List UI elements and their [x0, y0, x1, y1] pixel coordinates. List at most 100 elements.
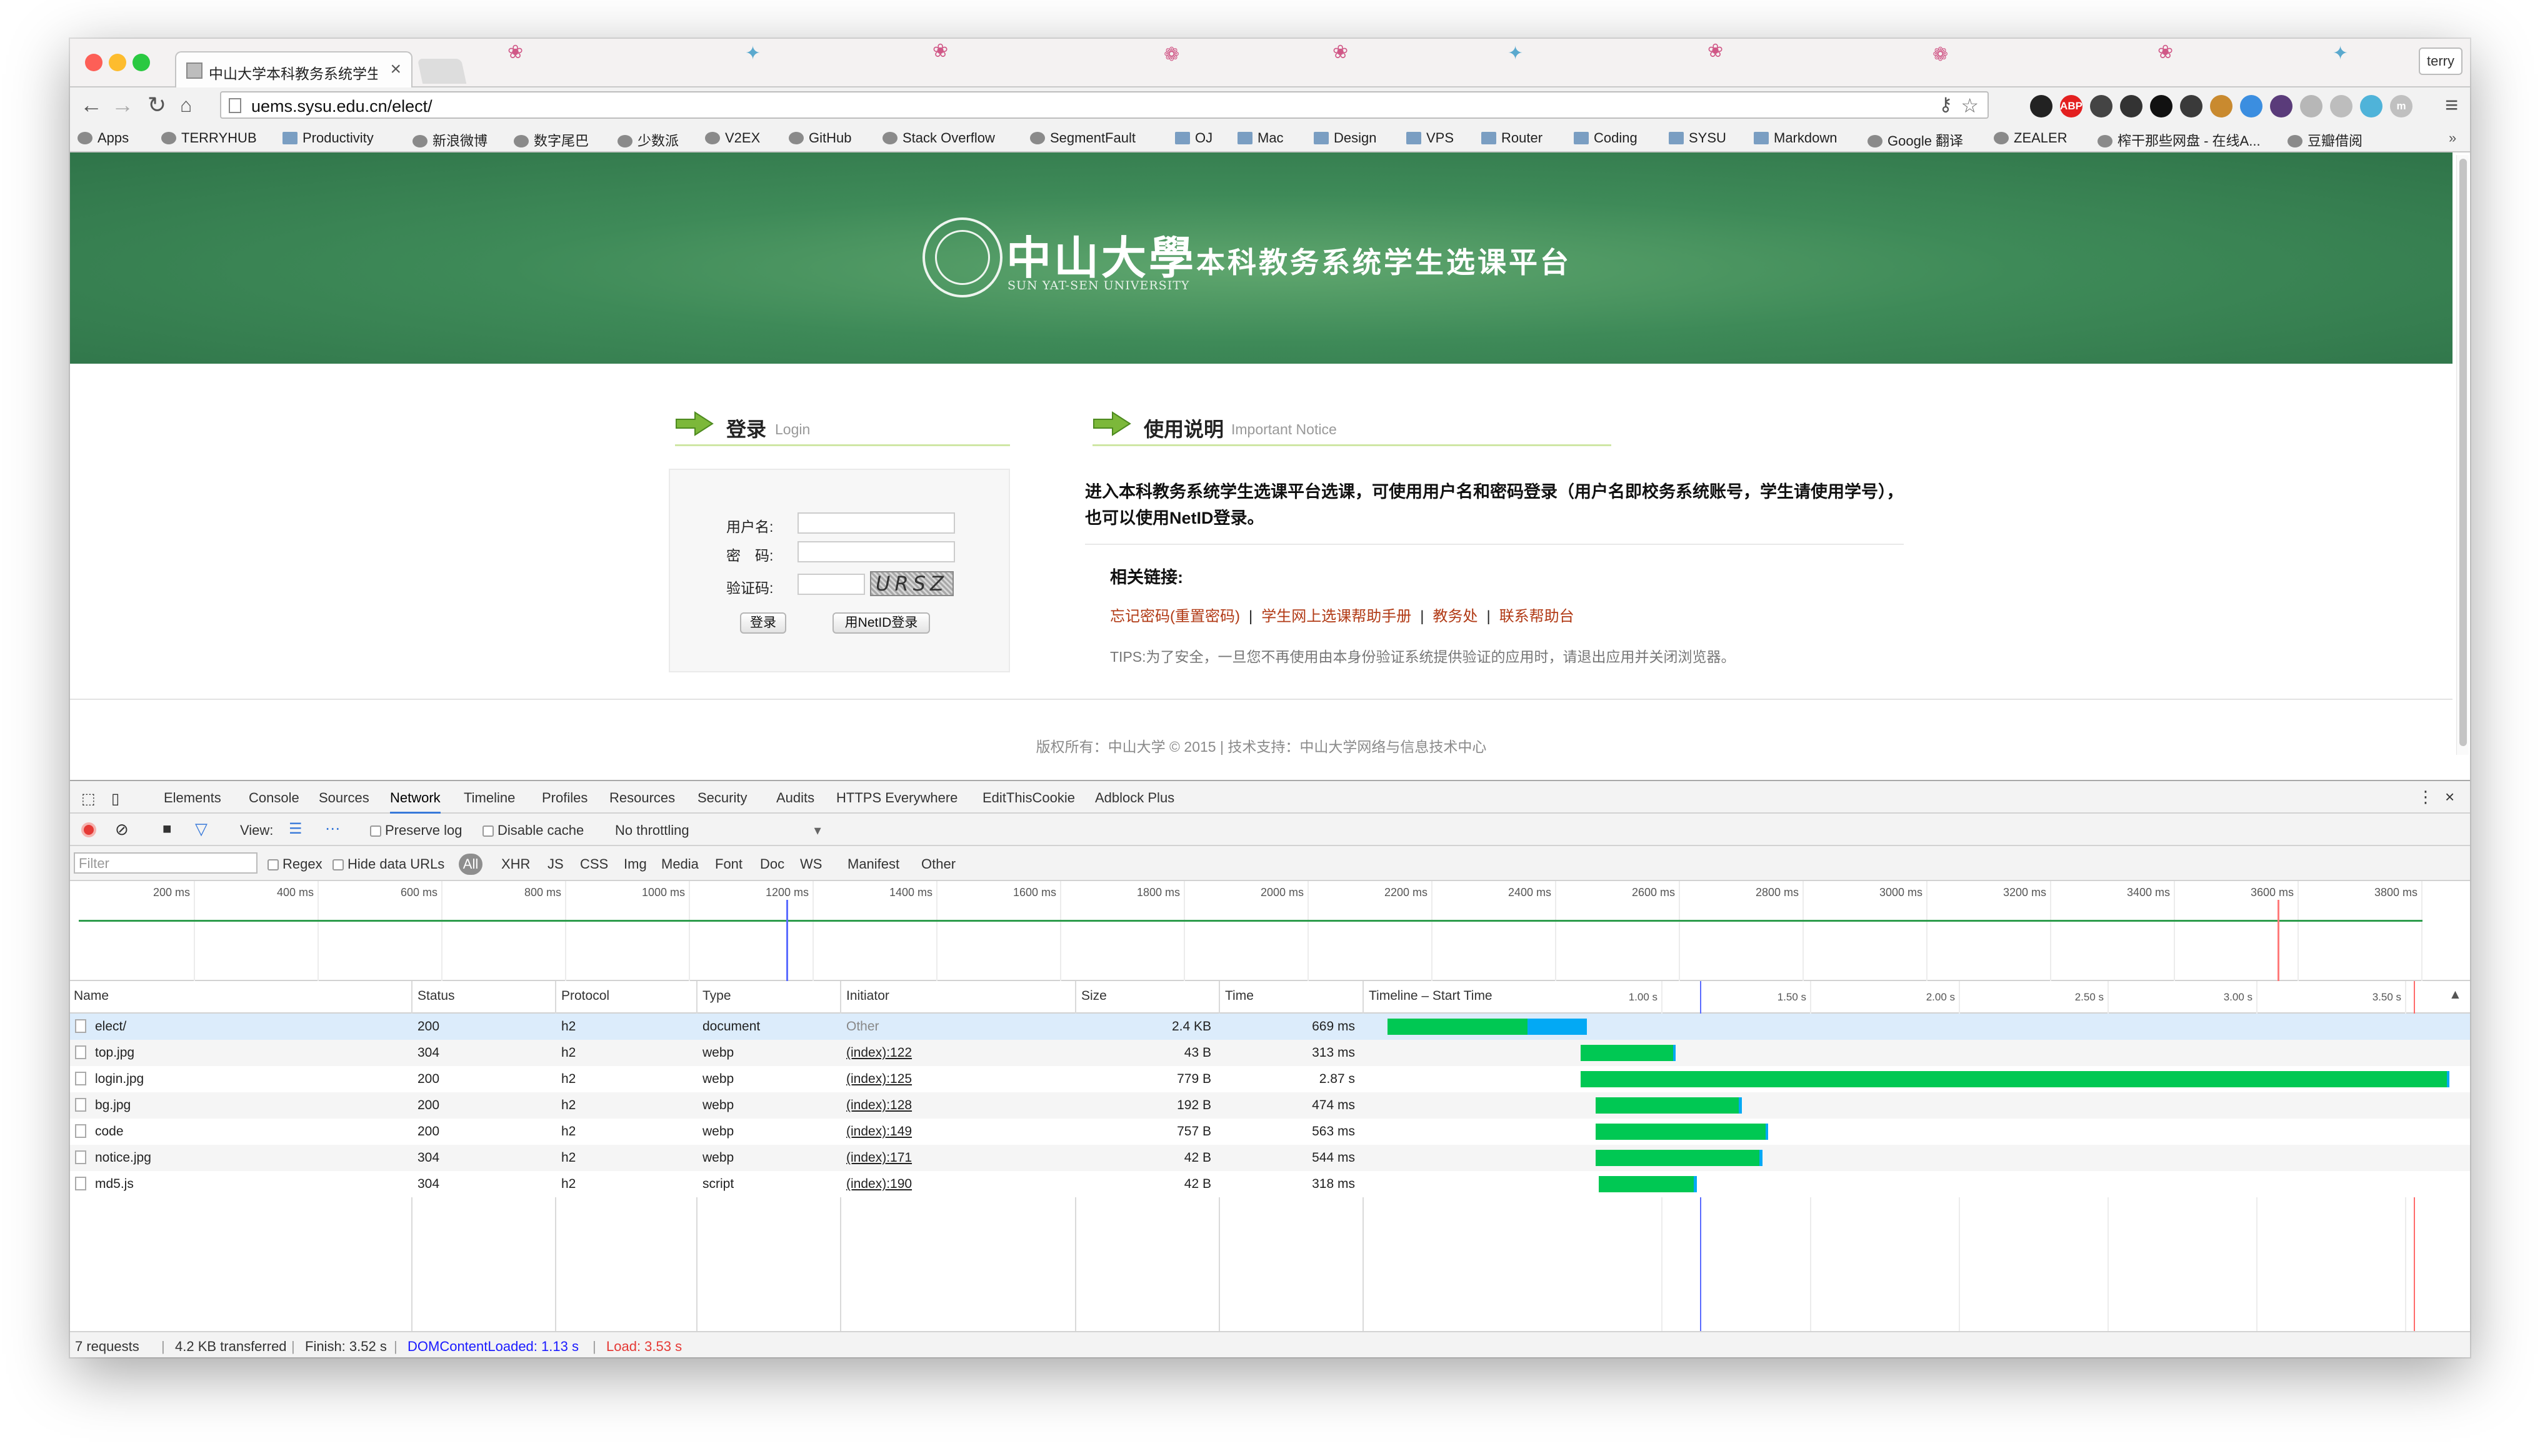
devtools-tab[interactable]: Console [249, 790, 299, 806]
adblock-plus-icon[interactable]: ABP [2060, 95, 2082, 117]
ext-m-icon[interactable]: m [2390, 95, 2412, 117]
profile-button[interactable]: terry [2419, 47, 2462, 75]
devtools-close-icon[interactable]: × [2445, 787, 2454, 807]
ext-ghost-icon[interactable] [2030, 95, 2052, 117]
netid-login-button[interactable]: 用NetID登录 [832, 612, 930, 634]
bookmark-item[interactable]: 新浪微博 [412, 130, 488, 150]
bookmark-item[interactable]: 榨干那些网盘 - 在线A... [2098, 130, 2261, 150]
tab-close-icon[interactable]: × [390, 59, 401, 80]
filter-type-doc[interactable]: Doc [760, 856, 784, 872]
large-rows-icon[interactable]: ☰ [289, 820, 302, 838]
filter-type-manifest[interactable]: Manifest [848, 856, 899, 872]
devtools-tab[interactable]: Sources [319, 790, 369, 806]
address-bar[interactable]: uems.sysu.edu.cn/elect/ ⚷ ☆ [220, 91, 1989, 119]
pocket-icon[interactable] [2090, 95, 2112, 117]
inspect-element-icon[interactable]: ⬚ [81, 790, 96, 808]
ext-avatar-icon[interactable] [2180, 95, 2202, 117]
filter-type-font[interactable]: Font [715, 856, 742, 872]
column-header[interactable]: Protocol [561, 989, 609, 1004]
request-name[interactable]: elect/ [75, 1019, 126, 1034]
minimize-window-button[interactable] [109, 54, 126, 71]
close-window-button[interactable] [85, 54, 102, 71]
filter-type-img[interactable]: Img [624, 856, 647, 872]
bookmark-item[interactable]: TERRYHUB [161, 130, 257, 146]
sort-arrow-icon[interactable]: ▲ [2449, 987, 2462, 1002]
clear-icon[interactable]: ⊘ [115, 820, 129, 839]
filter-type-other[interactable]: Other [921, 856, 956, 872]
menu-icon[interactable]: ≡ [2445, 92, 2458, 117]
bookmarks-overflow-icon[interactable]: » [2449, 130, 2456, 146]
forward-arrow-icon[interactable]: → [111, 92, 134, 117]
key-icon[interactable]: ⚷ [1939, 94, 1952, 116]
devtools-tab[interactable]: Timeline [464, 790, 515, 806]
login-button[interactable]: 登录 [740, 612, 786, 634]
bookmark-item[interactable]: Markdown [1754, 130, 1837, 146]
page-scrollbar[interactable] [2456, 155, 2469, 755]
bookmark-item[interactable]: 少数派 [618, 130, 679, 150]
zoom-window-button[interactable] [132, 54, 150, 71]
devtools-tab[interactable]: Elements [164, 790, 221, 806]
overview-icon[interactable]: ⋯ [325, 820, 340, 838]
devtools-more-icon[interactable]: ⋮ [2418, 787, 2434, 807]
incognito-icon[interactable] [2120, 95, 2142, 117]
table-row[interactable]: bg.jpg 200 h2 webp (index):128 192 B 474 ms [70, 1092, 2470, 1119]
request-initiator[interactable]: (index):149 [846, 1124, 912, 1139]
hide-data-urls-checkbox[interactable]: Hide data URLs [332, 856, 444, 872]
request-name[interactable]: notice.jpg [75, 1150, 151, 1165]
bookmark-item[interactable]: V2EX [705, 130, 760, 146]
bookmark-item[interactable]: Router [1481, 130, 1542, 146]
devtools-tab[interactable]: Profiles [542, 790, 588, 806]
request-name[interactable]: login.jpg [75, 1072, 144, 1087]
request-initiator[interactable]: (index):190 [846, 1177, 912, 1192]
bookmark-item[interactable]: ZEALER [1994, 130, 2068, 146]
reload-icon[interactable]: ↻ [148, 92, 166, 117]
bookmark-item[interactable]: Productivity [282, 130, 374, 146]
filter-type-js[interactable]: JS [548, 856, 564, 872]
table-row[interactable]: md5.js 304 h2 script (index):190 42 B 318 ms [70, 1171, 2470, 1197]
filter-type-xhr[interactable]: XHR [501, 856, 530, 872]
bookmark-item[interactable]: 数字尾巴 [514, 130, 589, 150]
password-input[interactable] [798, 541, 955, 562]
column-header[interactable]: Timeline – Start Time [1369, 989, 1492, 1004]
column-header[interactable]: Size [1081, 989, 1107, 1004]
table-row[interactable]: elect/200 h2 document Other 2.4 KB 669 ms [70, 1014, 2470, 1040]
filter-all-pill[interactable]: All [459, 854, 482, 875]
related-link[interactable]: 忘记密码(重置密码) [1110, 608, 1240, 625]
filter-type-css[interactable]: CSS [580, 856, 608, 872]
related-link[interactable]: 联系帮助台 [1499, 608, 1574, 625]
username-input[interactable] [798, 512, 955, 534]
cookie-icon[interactable] [2210, 95, 2232, 117]
column-header[interactable]: Time [1225, 989, 1254, 1004]
related-link[interactable]: 学生网上选课帮助手册 [1261, 608, 1411, 625]
ext-face-icon[interactable] [2150, 95, 2172, 117]
regex-checkbox[interactable]: Regex [268, 856, 322, 872]
table-row[interactable]: top.jpg 304 h2 webp (index):122 43 B 313 ms [70, 1040, 2470, 1066]
bookmark-item[interactable]: Google 翻译 [1868, 130, 1963, 150]
bookmark-star-icon[interactable]: ☆ [1961, 94, 1979, 117]
table-row[interactable]: notice.jpg 304 h2 webp (index):171 42 B 544 ms [70, 1145, 2470, 1171]
column-header[interactable]: Status [418, 989, 455, 1004]
devtools-tab[interactable]: Security [698, 790, 747, 806]
bookmark-item[interactable]: 豆瓣借阅 [2288, 130, 2362, 150]
camera-icon[interactable]: ■ [162, 820, 172, 838]
home-icon[interactable]: ⌂ [180, 92, 192, 117]
bookmark-item[interactable]: GitHub [789, 130, 851, 146]
browser-tab[interactable]: 中山大学本科教务系统学生选课平台 × [175, 51, 412, 87]
devtools-tab[interactable]: Adblock Plus [1095, 790, 1174, 806]
bookmark-item[interactable]: SYSU [1669, 130, 1726, 146]
record-icon[interactable] [81, 822, 96, 837]
request-name[interactable]: code [75, 1124, 124, 1139]
request-initiator[interactable]: (index):171 [846, 1150, 912, 1165]
devtools-tab[interactable]: HTTPS Everywhere [836, 790, 958, 806]
column-header[interactable]: Initiator [846, 989, 889, 1004]
bookmark-item[interactable]: Mac [1238, 130, 1284, 146]
request-name[interactable]: bg.jpg [75, 1098, 131, 1113]
request-name[interactable]: top.jpg [75, 1045, 134, 1060]
bookmark-item[interactable]: Apps [78, 130, 129, 146]
filter-type-ws[interactable]: WS [800, 856, 822, 872]
throttling-select[interactable]: No throttling ▾ [615, 822, 821, 839]
back-arrow-icon[interactable]: ← [80, 92, 102, 117]
parachute-icon[interactable] [2330, 95, 2352, 117]
devtools-tab[interactable]: EditThisCookie [982, 790, 1075, 806]
react-icon[interactable] [2360, 95, 2382, 117]
